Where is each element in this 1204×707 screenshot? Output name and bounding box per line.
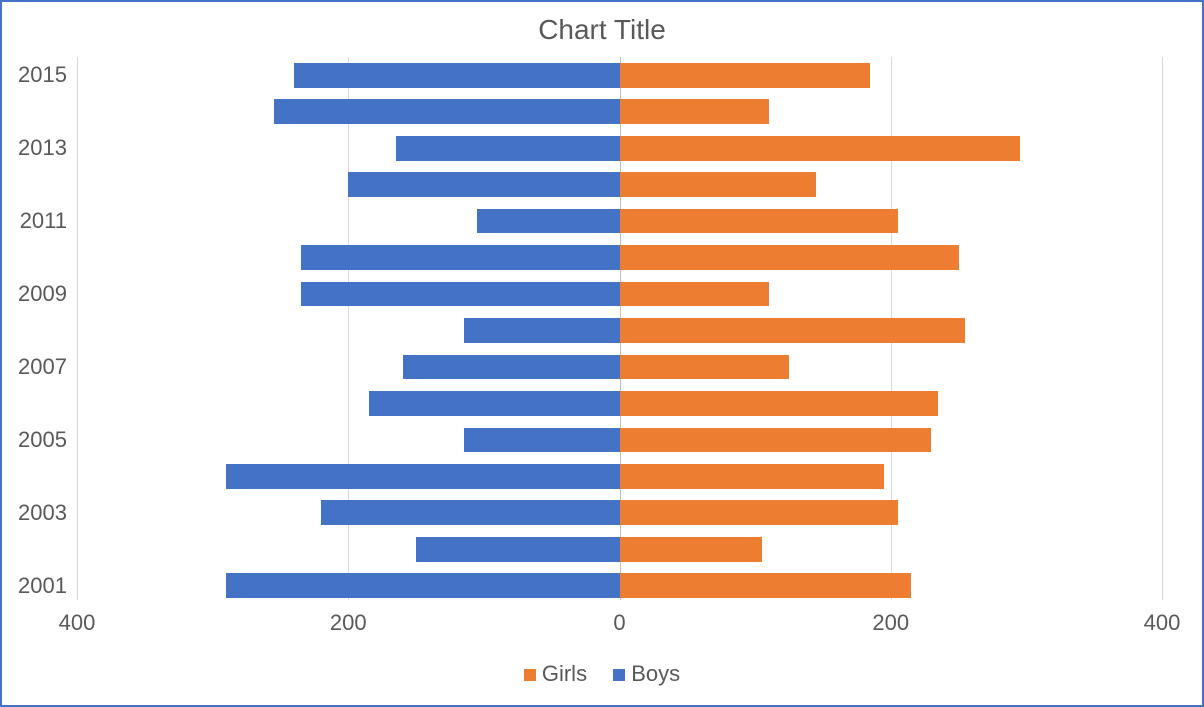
boys-bar-2005 — [464, 428, 620, 453]
girls-bar-2008 — [620, 318, 966, 343]
boys-bar-2014 — [274, 99, 620, 124]
legend-swatch-boys — [613, 669, 625, 681]
girls-bar-2001 — [620, 573, 912, 598]
legend-label-boys: Boys — [631, 661, 680, 686]
boys-bar-2003 — [321, 500, 619, 525]
x-tick: 400 — [59, 610, 96, 636]
girls-bar-2011 — [620, 209, 898, 234]
girls-bar-2004 — [620, 464, 884, 489]
bar-row-2014 — [77, 99, 1162, 124]
legend-item-boys: Boys — [613, 661, 680, 687]
bar-row-2004 — [77, 464, 1162, 489]
y-label-2005: 2005 — [2, 427, 67, 453]
boys-bar-2015 — [294, 63, 620, 88]
bar-row-2013 — [77, 136, 1162, 161]
bar-row-2002 — [77, 537, 1162, 562]
legend: Girls Boys — [2, 661, 1202, 687]
bar-row-2012 — [77, 172, 1162, 197]
boys-bar-2012 — [348, 172, 619, 197]
girls-bar-2006 — [620, 391, 939, 416]
y-label-2007: 2007 — [2, 354, 67, 380]
boys-bar-2006 — [369, 391, 620, 416]
boys-bar-2004 — [226, 464, 619, 489]
legend-item-girls: Girls — [524, 661, 587, 687]
bar-row-2009 — [77, 282, 1162, 307]
bar-row-2003 — [77, 500, 1162, 525]
girls-bar-2007 — [620, 355, 790, 380]
y-label-2015: 2015 — [2, 62, 67, 88]
y-label-2013: 2013 — [2, 135, 67, 161]
boys-bar-2010 — [301, 245, 620, 270]
girls-bar-2014 — [620, 99, 769, 124]
x-tick: 200 — [872, 610, 909, 636]
y-label-2003: 2003 — [2, 500, 67, 526]
chart-title: Chart Title — [2, 14, 1202, 46]
x-tick: 200 — [330, 610, 367, 636]
boys-bar-2011 — [477, 209, 619, 234]
girls-bar-2009 — [620, 282, 769, 307]
y-label-2011: 2011 — [2, 208, 67, 234]
boys-bar-2013 — [396, 136, 620, 161]
boys-bar-2001 — [226, 573, 619, 598]
x-tick: 400 — [1144, 610, 1181, 636]
girls-bar-2015 — [620, 63, 871, 88]
legend-swatch-girls — [524, 669, 536, 681]
legend-label-girls: Girls — [542, 661, 587, 686]
bar-row-2010 — [77, 245, 1162, 270]
boys-bar-2002 — [416, 537, 619, 562]
bar-row-2008 — [77, 318, 1162, 343]
bar-row-2001 — [77, 573, 1162, 598]
chart-frame: Chart Title 2001 2003 2005 2007 2009 2011 2013… — [0, 0, 1204, 707]
girls-bar-2012 — [620, 172, 817, 197]
y-label-2001: 2001 — [2, 573, 67, 599]
bar-row-2006 — [77, 391, 1162, 416]
bar-row-2005 — [77, 428, 1162, 453]
girls-bar-2010 — [620, 245, 959, 270]
x-tick: 0 — [613, 610, 625, 636]
bar-row-2011 — [77, 209, 1162, 234]
boys-bar-2009 — [301, 282, 620, 307]
girls-bar-2005 — [620, 428, 932, 453]
grid-line — [1162, 57, 1163, 600]
bar-row-2007 — [77, 355, 1162, 380]
plot-area — [77, 57, 1162, 600]
girls-bar-2003 — [620, 500, 898, 525]
bar-row-2015 — [77, 63, 1162, 88]
boys-bar-2007 — [403, 355, 620, 380]
boys-bar-2008 — [464, 318, 620, 343]
girls-bar-2002 — [620, 537, 762, 562]
x-axis: 400 200 0 200 400 — [77, 610, 1162, 640]
girls-bar-2013 — [620, 136, 1020, 161]
y-label-2009: 2009 — [2, 281, 67, 307]
